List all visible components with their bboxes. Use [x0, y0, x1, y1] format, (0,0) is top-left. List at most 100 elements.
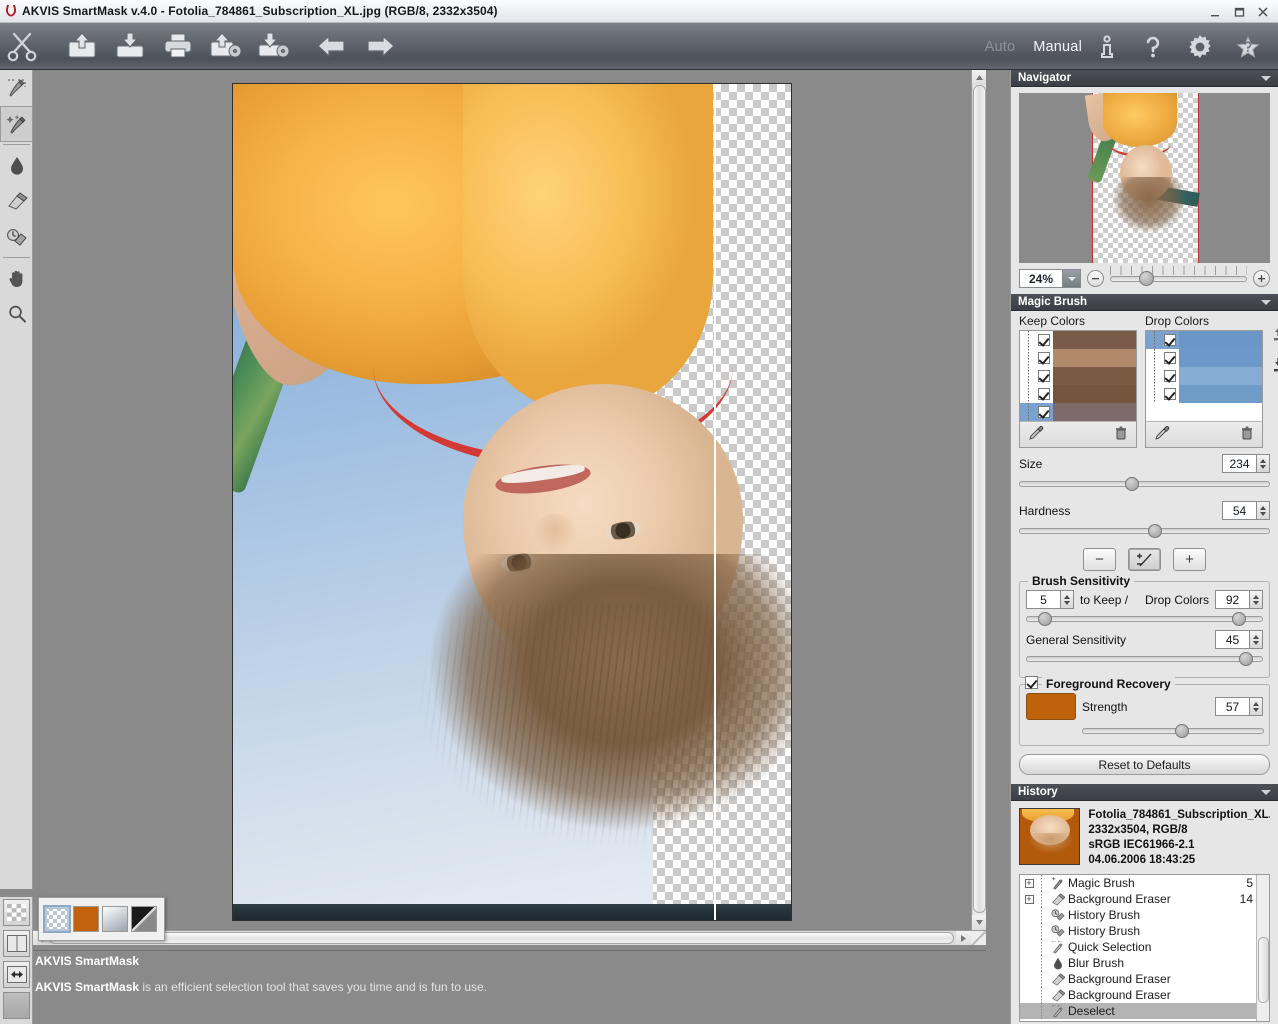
- general-sensitivity-value[interactable]: 45: [1215, 630, 1249, 649]
- color-row[interactable]: [1146, 367, 1262, 385]
- eyedropper-icon[interactable]: [1154, 425, 1170, 444]
- scroll-right-arrow-icon[interactable]: [956, 931, 971, 945]
- hardness-value[interactable]: 54: [1222, 501, 1256, 520]
- split-view-button[interactable]: [3, 930, 30, 957]
- zoom-slider-track[interactable]: [1110, 276, 1247, 282]
- color-row[interactable]: [1020, 331, 1136, 349]
- zoom-dropdown-button[interactable]: [1062, 270, 1080, 287]
- history-item[interactable]: + Background Eraser 14: [1020, 891, 1269, 907]
- drop-sensitivity-thumb[interactable]: [1232, 612, 1247, 626]
- size-slider[interactable]: [1019, 477, 1270, 491]
- background-eraser-tool[interactable]: [0, 183, 33, 219]
- load-colors-icon[interactable]: [1271, 326, 1278, 345]
- history-scrollbar[interactable]: [1256, 875, 1269, 1021]
- history-item[interactable]: Quick Selection: [1020, 939, 1269, 955]
- magic-brush-tool[interactable]: [0, 106, 33, 142]
- delete-color-icon[interactable]: [1114, 426, 1128, 444]
- history-item[interactable]: Blur Brush: [1020, 955, 1269, 971]
- image-canvas[interactable]: ool Processing: [33, 70, 986, 945]
- history-item[interactable]: History Brush: [1020, 907, 1269, 923]
- color-swatch[interactable]: [1053, 349, 1136, 367]
- hardness-stepper[interactable]: 54: [1222, 501, 1270, 520]
- resize-grip-icon[interactable]: [971, 931, 986, 945]
- color-swatch[interactable]: [1053, 331, 1136, 349]
- keep-colors-list[interactable]: [1020, 331, 1136, 421]
- stepper-up-icon[interactable]: [1064, 594, 1070, 599]
- stepper-up-icon[interactable]: [1260, 458, 1266, 463]
- color-checkbox[interactable]: [1164, 334, 1176, 346]
- undo-icon[interactable]: [308, 23, 356, 70]
- general-sensitivity-track[interactable]: [1026, 656, 1263, 662]
- color-row[interactable]: [1020, 403, 1136, 421]
- quick-selection-tool[interactable]: [0, 70, 33, 106]
- save-preset-icon[interactable]: [250, 23, 298, 70]
- history-list[interactable]: + Magic Brush 5 + Background Eraser 14 History…: [1019, 874, 1270, 1022]
- color-swatch[interactable]: [1053, 385, 1136, 403]
- scroll-up-arrow-icon[interactable]: [972, 70, 986, 85]
- size-slider-thumb[interactable]: [1124, 477, 1139, 491]
- keep-sensitivity-value[interactable]: 5: [1026, 590, 1060, 609]
- keep-sensitivity-thumb[interactable]: [1037, 612, 1052, 626]
- strength-slider[interactable]: [1082, 724, 1264, 738]
- strength-thumb[interactable]: [1175, 724, 1190, 738]
- save-image-icon[interactable]: [106, 23, 154, 70]
- stepper-down-icon[interactable]: [1064, 600, 1070, 605]
- magic-brush-panel-header[interactable]: Magic Brush: [1011, 294, 1278, 311]
- plusminus-mode-button[interactable]: [1128, 548, 1161, 571]
- stepper-up-icon[interactable]: [1253, 634, 1259, 639]
- preferences-icon[interactable]: [1186, 23, 1214, 70]
- color-row[interactable]: [1020, 385, 1136, 403]
- size-stepper-arrows[interactable]: [1256, 454, 1270, 473]
- drop-colors-box[interactable]: [1145, 330, 1263, 448]
- help-icon[interactable]: [1140, 23, 1166, 70]
- blur-brush-tool[interactable]: [0, 147, 33, 183]
- info-icon[interactable]: [1094, 23, 1120, 70]
- bg-option-orange[interactable]: [73, 906, 99, 932]
- close-button[interactable]: [1256, 5, 1270, 19]
- keep-sensitivity-stepper[interactable]: 5: [1026, 590, 1074, 609]
- history-item[interactable]: Deselect: [1020, 1003, 1269, 1019]
- navigator-thumbnail[interactable]: [1019, 93, 1270, 263]
- foreground-color-swatch[interactable]: [1026, 693, 1076, 720]
- transparency-background-button[interactable]: [3, 899, 30, 926]
- redo-icon[interactable]: [356, 23, 404, 70]
- drop-sensitivity-value[interactable]: 92: [1215, 590, 1249, 609]
- print-icon[interactable]: [154, 23, 202, 70]
- mode-auto[interactable]: Auto: [985, 39, 1016, 55]
- strength-track[interactable]: [1082, 728, 1264, 734]
- plus-mode-button[interactable]: +: [1173, 548, 1206, 571]
- general-sensitivity-slider[interactable]: [1026, 652, 1263, 666]
- navigator-panel-header[interactable]: Navigator: [1011, 70, 1278, 87]
- mode-manual[interactable]: Manual: [1033, 39, 1082, 55]
- h-scroll-thumb[interactable]: [49, 932, 954, 944]
- hardness-slider-thumb[interactable]: [1147, 524, 1162, 538]
- color-swatch[interactable]: [1179, 331, 1262, 349]
- history-scroll-thumb[interactable]: [1258, 937, 1269, 1003]
- size-value[interactable]: 234: [1222, 454, 1256, 473]
- hardness-stepper-arrows[interactable]: [1256, 501, 1270, 520]
- color-checkbox[interactable]: [1038, 370, 1050, 382]
- bg-option-checkerboard[interactable]: [43, 905, 71, 933]
- save-colors-icon[interactable]: [1271, 357, 1278, 376]
- general-sensitivity-stepper[interactable]: 45: [1215, 630, 1263, 649]
- color-checkbox[interactable]: [1038, 388, 1050, 400]
- split-preview-divider[interactable]: [714, 84, 716, 920]
- background-options-popup[interactable]: [38, 897, 165, 941]
- color-checkbox[interactable]: [1164, 352, 1176, 364]
- stepper-down-icon[interactable]: [1253, 707, 1259, 712]
- eyedropper-icon[interactable]: [1028, 425, 1044, 444]
- bg-option-gradient[interactable]: [102, 906, 128, 932]
- stepper-down-icon[interactable]: [1253, 640, 1259, 645]
- strength-stepper-arrows[interactable]: [1249, 697, 1263, 716]
- stepper-up-icon[interactable]: [1253, 594, 1259, 599]
- compare-button[interactable]: [3, 961, 30, 988]
- color-swatch[interactable]: [1053, 367, 1136, 385]
- hardness-slider[interactable]: [1019, 524, 1270, 538]
- drop-sensitivity-stepper[interactable]: 92: [1215, 590, 1263, 609]
- stepper-down-icon[interactable]: [1260, 511, 1266, 516]
- color-row[interactable]: [1146, 385, 1262, 403]
- stepper-up-icon[interactable]: [1253, 701, 1259, 706]
- chevron-down-icon[interactable]: [1261, 299, 1271, 305]
- history-panel-header[interactable]: History: [1011, 784, 1278, 801]
- general-sensitivity-thumb[interactable]: [1239, 652, 1254, 666]
